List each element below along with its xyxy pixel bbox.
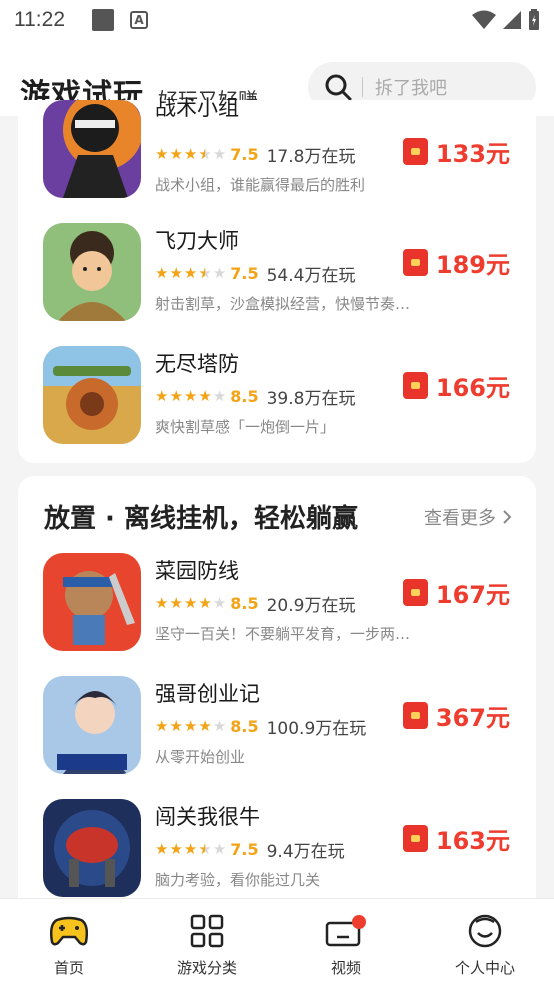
game-description: 射击割草，沙盒模拟经营，快慢节奏… <box>155 295 411 313</box>
game-description: 脑力考验，看你能过几关 <box>155 871 321 889</box>
game-meta: ★ ★ ★ ★ ★ 8.5 20.9万在玩 <box>155 591 355 616</box>
game-icon-startup <box>43 676 141 774</box>
search-divider <box>362 77 363 97</box>
game-description: 从零开始创业 <box>155 748 246 766</box>
grid-icon <box>190 914 224 948</box>
game-list-card-idle: 放置 · 离线挂机，轻松躺赢 查看更多 菜园防线 ★ ★ ★ ★ ★ 8.5 20.9万… <box>18 476 536 916</box>
game-list-card-top: 战术小组 ★ ★ ★ ★ ★ 7.5 17.8万在玩 战术小组，谁能赢得最后的胜利 13… <box>18 96 536 463</box>
view-more-label: 查看更多 <box>424 508 496 529</box>
reward-badge[interactable]: 166元 <box>402 368 510 403</box>
list-item[interactable]: 闯关我很牛 ★ ★ ★ ★ ★ 7.5 9.4万在玩 脑力考验，看你能过几关 163元 <box>18 799 536 909</box>
game-icon-garden-defense <box>43 553 141 651</box>
players-count: 9.4万在玩 <box>266 842 345 862</box>
players-count: 20.9万在玩 <box>266 596 356 616</box>
tab-label: 个人中心 <box>454 959 515 977</box>
rating-score: 7.5 <box>230 145 259 164</box>
game-description: 爽快割草感「一炮倒一片」 <box>155 418 336 436</box>
tab-categories[interactable]: 游戏分类 <box>152 913 262 978</box>
game-meta: ★ ★ ★ ★ ★ 8.5 39.8万在玩 <box>155 384 355 409</box>
game-name: 菜园防线 <box>155 559 239 583</box>
red-packet-icon <box>402 825 428 852</box>
signal-icon <box>503 11 521 29</box>
players-count: 100.9万在玩 <box>266 719 367 739</box>
rating-score: 8.5 <box>230 717 259 736</box>
chevron-right-icon <box>503 510 512 524</box>
rating-score: 7.5 <box>230 264 259 283</box>
gamepad-icon <box>49 916 89 946</box>
game-icon-endless-tower <box>43 346 141 444</box>
status-time: 11:22 <box>14 8 65 31</box>
search-placeholder: 拆了我吧 <box>375 78 447 99</box>
game-icon-flying-knife <box>43 223 141 321</box>
notification-square-icon <box>92 9 114 31</box>
reward-badge[interactable]: 189元 <box>402 245 510 280</box>
list-item[interactable]: 战术小组 ★ ★ ★ ★ ★ 7.5 17.8万在玩 战术小组，谁能赢得最后的胜利 13… <box>18 96 536 210</box>
reward-amount: 367元 <box>435 704 510 732</box>
game-meta: ★ ★ ★ ★ ★ 7.5 17.8万在玩 <box>155 142 355 167</box>
reward-amount: 163元 <box>435 827 510 855</box>
game-name: 战术小组 <box>155 96 239 120</box>
players-count: 39.8万在玩 <box>266 389 356 409</box>
status-indicators <box>472 9 540 31</box>
game-meta: ★ ★ ★ ★ ★ 7.5 9.4万在玩 <box>155 837 345 862</box>
game-name: 闯关我很牛 <box>155 805 260 829</box>
section-header: 放置 · 离线挂机，轻松躺赢 查看更多 <box>44 498 512 534</box>
list-item[interactable]: 菜园防线 ★ ★ ★ ★ ★ 8.5 20.9万在玩 坚守一百关！不要躺平发育，一步两…… <box>18 553 536 663</box>
bottom-tab-bar: 首页 游戏分类 视频 个人中心 <box>0 898 554 985</box>
status-bar: 11:22 A <box>0 0 554 40</box>
star-rating: ★ ★ ★ ★ ★ <box>155 840 227 858</box>
game-name: 强哥创业记 <box>155 682 260 706</box>
game-meta: ★ ★ ★ ★ ★ 8.5 100.9万在玩 <box>155 714 366 739</box>
tab-label: 首页 <box>53 959 84 977</box>
game-name: 飞刀大师 <box>155 229 239 253</box>
tab-label: 视频 <box>330 959 361 977</box>
players-count: 17.8万在玩 <box>266 147 356 167</box>
tab-home[interactable]: 首页 <box>14 913 124 978</box>
list-item[interactable]: 飞刀大师 ★ ★ ★ ★ ★ 7.5 54.4万在玩 射击割草，沙盒模拟经营，快慢节奏…… <box>18 223 536 333</box>
list-item[interactable]: 强哥创业记 ★ ★ ★ ★ ★ 8.5 100.9万在玩 从零开始创业 367元 <box>18 676 536 786</box>
rating-score: 7.5 <box>230 840 259 859</box>
section-title: 放置 · 离线挂机，轻松躺赢 <box>44 504 358 534</box>
red-packet-icon <box>402 702 428 729</box>
rating-score: 8.5 <box>230 387 259 406</box>
star-rating: ★ ★ ★ ★ ★ <box>155 594 227 612</box>
reward-amount: 166元 <box>435 374 510 402</box>
red-packet-icon <box>402 372 428 399</box>
game-icon-level-master <box>43 799 141 897</box>
star-rating: ★ ★ ★ ★ ★ <box>155 387 227 405</box>
smiley-icon <box>468 914 502 948</box>
star-rating: ★ ★ ★ ★ ★ <box>155 264 227 282</box>
game-icon-tactics <box>43 100 141 198</box>
star-rating: ★ ★ ★ ★ ★ <box>155 717 227 735</box>
tab-video[interactable]: 视频 <box>291 913 401 978</box>
a-badge-icon: A <box>130 11 148 29</box>
tab-label: 游戏分类 <box>176 959 237 977</box>
search-icon <box>325 74 352 101</box>
reward-badge[interactable]: 167元 <box>402 575 510 610</box>
game-description: 战术小组，谁能赢得最后的胜利 <box>155 176 366 194</box>
reward-amount: 189元 <box>435 251 510 279</box>
reward-badge[interactable]: 367元 <box>402 698 510 733</box>
video-icon <box>325 915 366 947</box>
players-count: 54.4万在玩 <box>266 266 356 286</box>
reward-amount: 167元 <box>435 581 510 609</box>
red-packet-icon <box>402 249 428 276</box>
game-description: 坚守一百关！不要躺平发育，一步两… <box>155 625 411 643</box>
reward-amount: 133元 <box>435 140 510 168</box>
reward-badge[interactable]: 133元 <box>402 134 510 169</box>
game-meta: ★ ★ ★ ★ ★ 7.5 54.4万在玩 <box>155 261 355 286</box>
view-more-link[interactable]: 查看更多 <box>424 504 512 530</box>
red-packet-icon <box>402 138 428 165</box>
reward-badge[interactable]: 163元 <box>402 821 510 856</box>
list-item[interactable]: 无尽塔防 ★ ★ ★ ★ ★ 8.5 39.8万在玩 爽快割草感「一炮倒一片」 166元 <box>18 346 536 456</box>
wifi-icon <box>472 10 496 29</box>
red-packet-icon <box>402 579 428 606</box>
tab-profile[interactable]: 个人中心 <box>430 913 540 978</box>
rating-score: 8.5 <box>230 594 259 613</box>
battery-icon <box>529 9 539 30</box>
game-name: 无尽塔防 <box>155 352 239 376</box>
star-rating: ★ ★ ★ ★ ★ <box>155 145 227 163</box>
